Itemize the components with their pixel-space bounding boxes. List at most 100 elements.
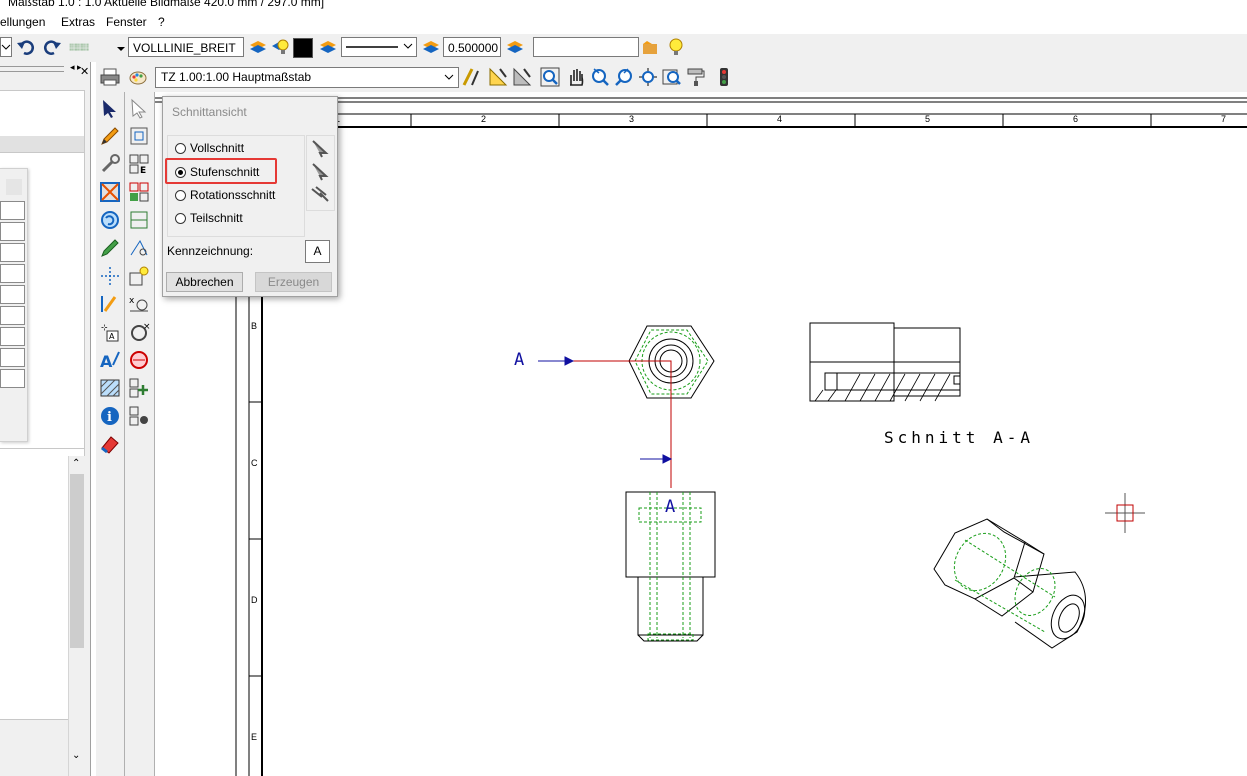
text-position-icon[interactable]: ⊹ A	[99, 321, 121, 343]
views-green-icon[interactable]	[128, 209, 150, 231]
grid-dropdown-arrow[interactable]	[117, 42, 125, 56]
label-input[interactable]: A	[305, 240, 330, 263]
scroll-down-icon[interactable]: ⌄	[72, 750, 80, 761]
dimension-pen-icon[interactable]	[99, 293, 121, 315]
scale-select[interactable]: TZ 1.00:1.00 Hauptmaßstab	[155, 67, 459, 88]
layer-stack-icon[interactable]	[421, 37, 441, 57]
traffic-light-icon[interactable]	[714, 67, 734, 87]
menu-help[interactable]: ?	[158, 15, 165, 29]
color-swatch[interactable]	[293, 38, 313, 58]
view-bulb-icon[interactable]	[128, 265, 150, 287]
form-field[interactable]	[0, 306, 25, 325]
svg-text:E: E	[140, 166, 146, 175]
view-settings-icon[interactable]	[128, 405, 150, 427]
delete-circle-icon[interactable]: ×	[128, 321, 150, 343]
svg-text:A: A	[109, 332, 115, 341]
form-field[interactable]	[0, 201, 25, 220]
pick-multi-arrow-icon[interactable]	[310, 185, 330, 205]
ruler-pen-icon[interactable]	[462, 67, 482, 87]
add-view-icon[interactable]	[128, 377, 150, 399]
panel-close-icon[interactable]: ✕	[80, 65, 89, 78]
triangle-icon[interactable]	[488, 67, 508, 87]
radio-vollschnitt[interactable]: Vollschnitt	[175, 139, 244, 157]
section-red-icon[interactable]	[128, 349, 150, 371]
crosshair-dots-icon[interactable]	[99, 265, 121, 287]
rotate-icon[interactable]	[99, 209, 121, 231]
menu-bar: ellungen Extras Fenster ?	[0, 12, 1247, 34]
zoom-all-icon[interactable]	[638, 67, 658, 87]
panel-header	[0, 136, 84, 153]
create-button[interactable]: Erzeugen	[255, 272, 332, 292]
undo-icon[interactable]	[16, 37, 36, 57]
scroll-thumb[interactable]	[70, 474, 84, 648]
panel-grip	[0, 66, 64, 72]
wrench-icon[interactable]	[99, 153, 121, 175]
svg-text:x: x	[129, 296, 135, 306]
line-width-field[interactable]: 0.500000	[443, 37, 501, 57]
layer-stack-icon[interactable]	[248, 37, 268, 57]
menu-extras[interactable]: Extras	[61, 15, 95, 29]
radio-teilschnitt[interactable]: Teilschnitt	[175, 209, 243, 227]
printer-icon[interactable]	[100, 67, 120, 87]
radio-indicator[interactable]	[175, 189, 186, 201]
zoom-in-icon[interactable]	[590, 67, 610, 87]
line-style-select[interactable]	[341, 37, 417, 57]
form-field[interactable]	[0, 348, 25, 367]
zoom-window-icon[interactable]	[540, 67, 560, 87]
radio-rotationsschnitt[interactable]: Rotationsschnitt	[175, 186, 275, 204]
pan-hand-icon[interactable]	[566, 67, 586, 87]
grid-icon[interactable]	[69, 37, 119, 57]
menu-einstellungen[interactable]: ellungen	[0, 15, 45, 29]
green-pencil-icon[interactable]	[99, 237, 121, 259]
bulb-icon[interactable]	[270, 37, 290, 57]
hatch-icon[interactable]	[99, 377, 121, 399]
panel-scrollbar[interactable]: ⌃ ⌄	[68, 456, 85, 776]
views-red-icon[interactable]	[128, 181, 150, 203]
eraser-icon[interactable]	[99, 433, 121, 455]
text-icon[interactable]: A	[99, 349, 121, 371]
trim-icon[interactable]	[99, 181, 121, 203]
bulb-icon[interactable]	[666, 37, 686, 57]
layer-stack-icon[interactable]	[318, 37, 338, 57]
redo-icon[interactable]	[42, 37, 62, 57]
dialog-title: Schnittansicht	[172, 105, 247, 119]
detail-view-icon[interactable]	[128, 237, 150, 259]
line-type-field[interactable]: VOLLLINIE_BREIT	[128, 37, 244, 57]
cancel-button[interactable]: Abbrechen	[166, 272, 243, 292]
select-arrow-outline-icon[interactable]	[128, 97, 150, 119]
pick-arrow-icon[interactable]	[310, 162, 330, 182]
triangle-icon[interactable]	[512, 67, 532, 87]
views-e-icon[interactable]: E	[128, 153, 150, 175]
layer-folder-icon[interactable]	[642, 37, 662, 57]
radio-indicator[interactable]	[175, 212, 186, 224]
section-arrows	[538, 356, 673, 464]
highlight-box	[165, 158, 277, 184]
layer-stack-icon[interactable]	[505, 37, 525, 57]
form-field[interactable]	[0, 285, 25, 304]
form-field[interactable]	[0, 222, 25, 241]
info-icon[interactable]: i	[99, 405, 121, 427]
menu-fenster[interactable]: Fenster	[106, 15, 147, 29]
form-field[interactable]	[0, 327, 25, 346]
form-field[interactable]	[0, 264, 25, 283]
zoom-out-icon[interactable]	[614, 67, 634, 87]
panel-sub-form	[0, 168, 28, 442]
palette-icon[interactable]	[128, 67, 148, 87]
scroll-up-icon[interactable]: ⌃	[72, 458, 80, 469]
radio-indicator[interactable]	[175, 142, 186, 154]
form-field[interactable]	[0, 243, 25, 262]
dropdown-stub[interactable]	[0, 37, 12, 57]
select-arrow-icon[interactable]	[99, 97, 121, 119]
section-view	[809, 322, 961, 402]
zoom-previous-icon[interactable]	[662, 67, 682, 87]
sub-form-button[interactable]	[6, 179, 22, 195]
form-field[interactable]	[0, 369, 25, 388]
layer-field[interactable]	[533, 37, 639, 57]
pick-arrow-icon[interactable]	[310, 139, 330, 159]
align-x-icon[interactable]: x	[128, 293, 150, 315]
radio-label: Teilschnitt	[190, 211, 243, 225]
paint-roller-icon[interactable]	[686, 67, 706, 87]
view-frame-icon[interactable]	[128, 125, 150, 147]
pencil-icon[interactable]	[99, 125, 121, 147]
isometric-view	[933, 518, 1086, 649]
